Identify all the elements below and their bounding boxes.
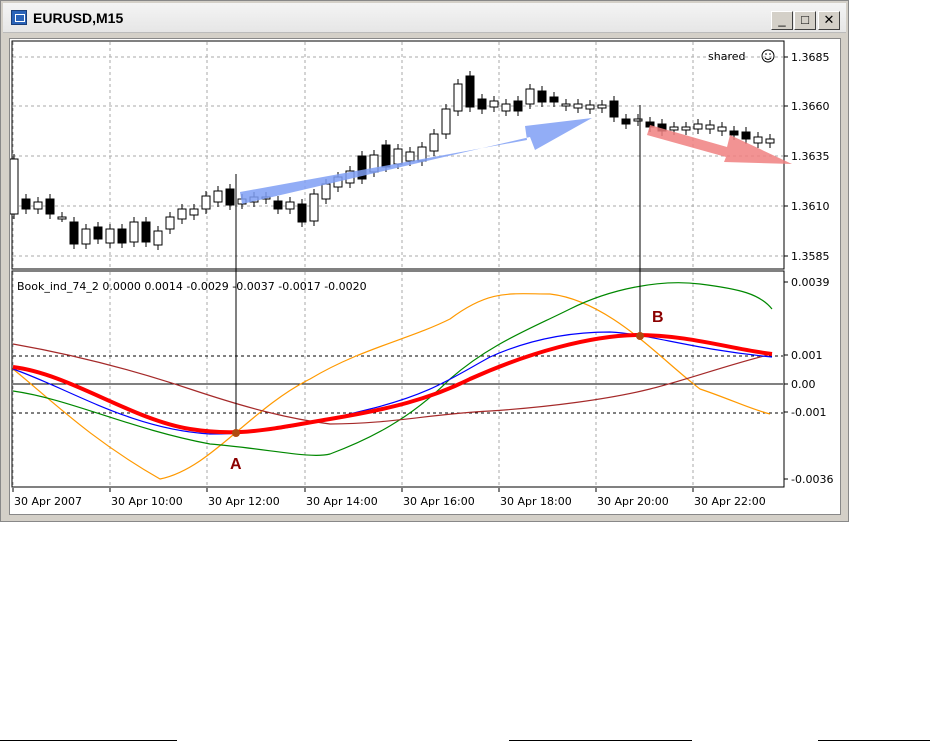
blank-line (0, 740, 177, 741)
time-tick-label: 30 Apr 16:00 (403, 495, 475, 508)
indicator-tick-label: -0.001 (791, 406, 826, 419)
time-tick-label: 30 Apr 20:00 (597, 495, 669, 508)
candle-body (57, 216, 67, 220)
indicator-tick-label: -0.0036 (791, 473, 833, 486)
time-tick-label: 30 Apr 10:00 (111, 495, 183, 508)
candle-body (621, 118, 631, 125)
candle-body (10, 158, 19, 215)
candle-body (33, 201, 43, 210)
candle-body (105, 228, 115, 244)
candle-body (45, 198, 55, 215)
candle-body (273, 200, 283, 210)
candle-body (213, 190, 223, 203)
blank-line (509, 740, 692, 741)
chart-area[interactable]: 1.3685 1.3660 1.3635 1.3610 1.3585 shared Bo… (9, 38, 841, 515)
candle-body (381, 144, 391, 168)
candle-body (561, 103, 571, 107)
candle-body (585, 104, 595, 110)
candle-body (453, 83, 463, 112)
title-bar[interactable]: EURUSD,M15 _ □ ✕ (3, 3, 846, 33)
window-title: EURUSD,M15 (33, 10, 124, 26)
chart-window-icon (11, 10, 27, 25)
candle-body (597, 104, 607, 109)
indicator-axis: 0.0039 0.001 0.00 -0.001 -0.0036 (784, 276, 833, 486)
candle-body (489, 100, 499, 108)
shared-label: shared (708, 50, 745, 63)
candle-body (21, 198, 31, 210)
chart-canvas[interactable]: 1.3685 1.3660 1.3635 1.3610 1.3585 shared Bo… (10, 39, 842, 516)
smiley-eye-icon (769, 53, 771, 55)
price-axis: 1.3685 1.3660 1.3635 1.3610 1.3585 (784, 51, 830, 263)
time-tick-label: 30 Apr 12:00 (208, 495, 280, 508)
candle-body (165, 216, 175, 230)
candle-body (177, 208, 187, 220)
candle-body (705, 124, 715, 130)
candle-body (393, 148, 403, 165)
candle-body (573, 103, 583, 109)
indicator-caption: Book_ind_74_2 0.0000 0.0014 -0.0029 -0.0… (17, 280, 367, 293)
point-b-marker (636, 332, 644, 340)
indicator-tick-label: 0.00 (791, 378, 816, 391)
candle-body (81, 228, 91, 245)
point-a-marker (232, 429, 240, 437)
candle-body (549, 96, 559, 103)
candle-body (765, 138, 775, 144)
candle-body (69, 221, 79, 245)
candle-body (729, 130, 739, 136)
candle-body (753, 136, 763, 144)
candle-body (693, 123, 703, 130)
price-tick-label: 1.3660 (791, 100, 830, 113)
candle-body (141, 221, 151, 243)
candle-body (405, 151, 415, 162)
candle-body (297, 203, 307, 223)
close-button[interactable]: ✕ (818, 11, 840, 30)
candle-body (285, 201, 295, 210)
time-tick-label: 30 Apr 2007 (14, 495, 82, 508)
candle-body (309, 193, 319, 222)
candle-body (537, 90, 547, 103)
candle-body (501, 103, 511, 112)
time-tick-label: 30 Apr 14:00 (306, 495, 378, 508)
candle-body (93, 226, 103, 240)
blank-line (818, 740, 930, 741)
candle-body (441, 108, 451, 135)
candle-body (129, 221, 139, 243)
candle-body (525, 88, 535, 105)
price-tick-label: 1.3585 (791, 250, 830, 263)
candle-body (477, 98, 487, 110)
candle-body (609, 100, 619, 118)
smiley-eye-icon (765, 53, 767, 55)
candle-body (513, 100, 523, 112)
maximize-button[interactable]: □ (794, 11, 816, 30)
candle-body (189, 208, 199, 216)
time-tick-label: 30 Apr 18:00 (500, 495, 572, 508)
point-a-label: A (230, 456, 242, 473)
point-b-label: B (652, 309, 664, 326)
price-tick-label: 1.3685 (791, 51, 830, 64)
chart-window: EURUSD,M15 _ □ ✕ 1.3685 1.3660 1.3635 1.361… (0, 0, 849, 522)
candle-body (681, 126, 691, 131)
indicator-pane (11, 270, 785, 488)
time-axis: 30 Apr 2007 30 Apr 10:00 30 Apr 12:00 30 Ap… (12, 488, 766, 508)
price-tick-label: 1.3610 (791, 200, 830, 213)
candle-body (201, 195, 211, 210)
candle-body (321, 183, 331, 200)
indicator-tick-label: 0.0039 (791, 276, 830, 289)
minimize-button[interactable]: _ (771, 11, 793, 30)
candle-body (669, 126, 679, 131)
candle-body (117, 228, 127, 244)
candle-body (465, 75, 475, 108)
time-tick-label: 30 Apr 22:00 (694, 495, 766, 508)
candle-body (153, 230, 163, 246)
indicator-tick-label: 0.001 (791, 349, 823, 362)
candle-body (225, 188, 235, 206)
candle-body (429, 133, 439, 152)
price-tick-label: 1.3635 (791, 150, 830, 163)
candle-body (741, 131, 751, 140)
candle-body (717, 126, 727, 132)
candle-body (633, 118, 643, 122)
